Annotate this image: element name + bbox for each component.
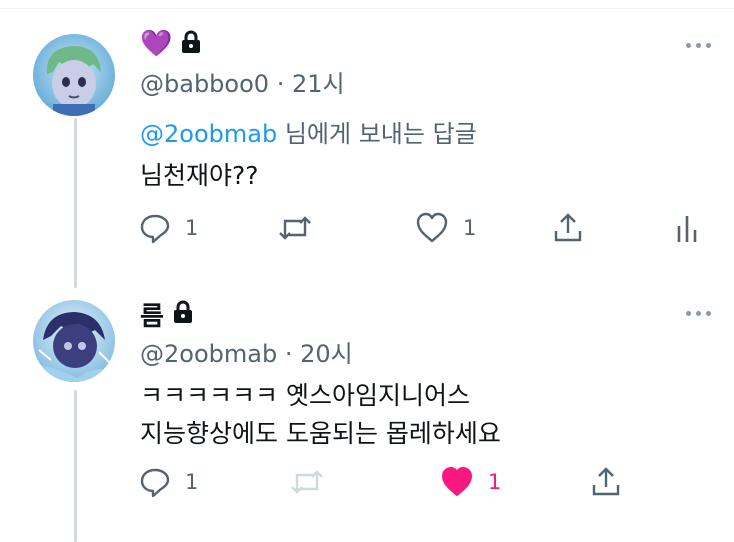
lock-icon (172, 300, 194, 328)
separator: · (276, 70, 285, 98)
tweet-text-line: 지능향상에도 도움되는 몹레하세요 (140, 419, 501, 448)
handle-time: @2oobmab · 20시 (140, 334, 353, 369)
display-name[interactable]: 💜 (140, 29, 172, 59)
analytics-icon (677, 216, 697, 242)
timestamp[interactable]: 21시 (292, 70, 345, 98)
share-icon (554, 213, 582, 242)
reply-count: 1 (185, 216, 199, 240)
analytics-button[interactable] (676, 212, 700, 244)
retweet-icon (279, 216, 311, 240)
action-bar: 1 1 (0, 212, 734, 252)
share-button[interactable] (590, 466, 622, 498)
timestamp[interactable]: 20시 (300, 340, 353, 368)
like-button[interactable]: 1 (440, 466, 501, 498)
handle[interactable]: @babboo0 (140, 70, 269, 98)
tweet-text: ㅋㅋㅋㅋㅋㅋ 옛스아임지니어스 지능향상에도 도움되는 몹레하세요 (140, 377, 501, 453)
retweet-button[interactable] (289, 466, 339, 498)
like-count: 1 (488, 470, 502, 494)
top-divider (0, 8, 734, 9)
avatar[interactable] (33, 34, 115, 116)
action-bar: 1 1 (0, 466, 734, 506)
avatar[interactable] (33, 300, 115, 382)
tweet-text-line: 님천재야?? (140, 161, 259, 190)
like-button[interactable]: 1 (415, 212, 476, 244)
mention-link[interactable]: @2oobmab (140, 120, 277, 148)
reply-count: 1 (185, 470, 199, 494)
like-icon (442, 467, 472, 496)
thread-line (74, 118, 77, 288)
reply-button[interactable]: 1 (139, 466, 198, 498)
like-icon (416, 212, 448, 243)
share-button[interactable] (552, 212, 584, 244)
retweet-button[interactable] (277, 212, 327, 244)
more-icon[interactable] (686, 311, 711, 316)
reply-icon (140, 214, 170, 244)
handle[interactable]: @2oobmab (140, 340, 277, 368)
handle-time: @babboo0 · 21시 (140, 64, 345, 99)
lock-icon (180, 30, 202, 58)
tweet-text-line: ㅋㅋㅋㅋㅋㅋ 옛스아임지니어스 (140, 381, 470, 410)
display-name[interactable]: 름 (140, 296, 164, 333)
separator: · (284, 340, 293, 368)
share-icon (592, 467, 620, 496)
reply-icon (140, 468, 170, 498)
reply-button[interactable]: 1 (139, 212, 198, 244)
retweet-icon (291, 470, 323, 494)
tweet-text: 님천재야?? (140, 157, 259, 195)
replying-to-suffix: 님에게 보내는 답글 (277, 120, 477, 148)
like-count: 1 (463, 216, 477, 240)
more-icon[interactable] (686, 43, 711, 48)
replying-to: @2oobmab 님에게 보내는 답글 (140, 114, 477, 149)
